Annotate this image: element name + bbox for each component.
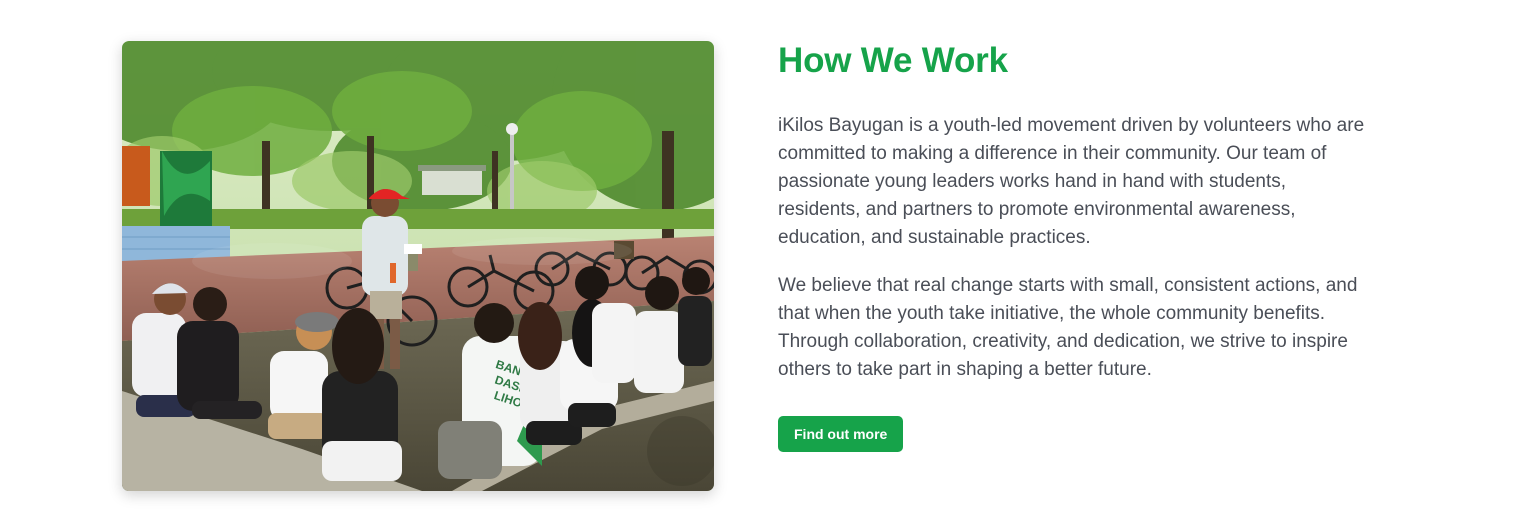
section-title: How We Work [778, 41, 1008, 80]
find-out-more-button[interactable]: Find out more [778, 416, 904, 452]
belief-paragraph: We believe that real change starts with … [778, 275, 1358, 380]
intro-paragraph: iKilos Bayugan is a youth-led movement d… [778, 115, 1365, 248]
how-we-work-content: How We Work iKilos Bayugan is a youth-le… [778, 40, 1378, 452]
how-we-work-section: BANGON DASIG LIHOK [0, 0, 1540, 531]
volunteers-park-photo: BANGON DASIG LIHOK [122, 41, 714, 491]
